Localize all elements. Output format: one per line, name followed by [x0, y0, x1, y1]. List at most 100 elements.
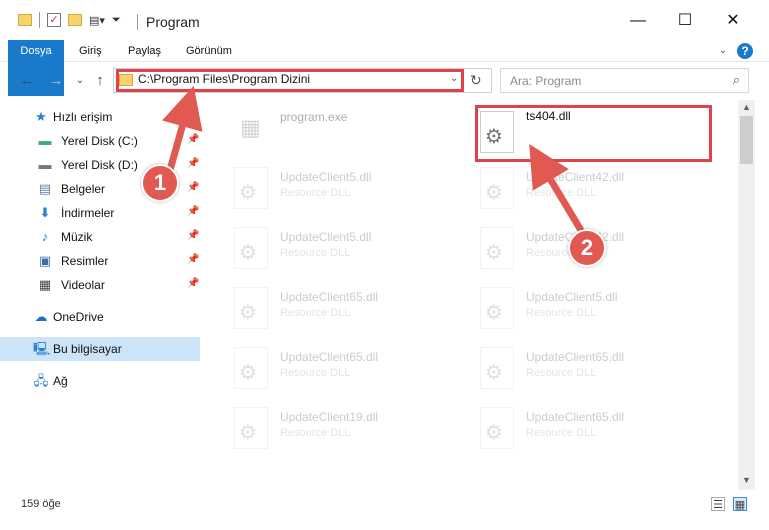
item-count: 159 öğe [21, 498, 61, 510]
sidebar-item-label: Yerel Disk (C:) [61, 134, 138, 148]
address-text[interactable]: C:\Program Files\Program Dizini [138, 72, 310, 86]
pin-icon[interactable]: 📌 [187, 158, 199, 169]
customize-toolbar-icon[interactable]: ⏷ [112, 14, 121, 27]
file-name: UpdateClient65.dll [526, 350, 625, 364]
file-name: UpdateClient5.dll [526, 290, 618, 304]
dll-icon: ⚙ [234, 227, 268, 269]
document-icon: ▤ [38, 181, 52, 196]
dll-icon: ⚙ [480, 167, 514, 209]
dll-icon: ⚙ [234, 167, 268, 209]
sidebar-item-label: Ağ [53, 374, 68, 388]
divider [39, 12, 40, 28]
help-icon[interactable]: ? [737, 43, 753, 59]
sidebar-item-music[interactable]: ♪ Müzik 📌 [0, 225, 200, 249]
application-icon: ▦ [234, 107, 268, 149]
dll-icon: ⚙ [480, 407, 514, 449]
back-icon[interactable]: ← [17, 71, 37, 91]
address-bar[interactable]: C:\Program Files\Program Dizini ⌄ ↻ [113, 68, 492, 93]
quick-access-toolbar: ✓ ▤▾ ⏷ [18, 12, 121, 28]
sidebar-item-label: Hızlı erişim [53, 110, 113, 124]
folder-icon [18, 14, 32, 26]
sidebar-item-videos[interactable]: ▦ Videolar 📌 [0, 273, 200, 297]
maximize-button[interactable]: ☐ [662, 8, 708, 34]
sidebar-item-this-pc[interactable]: 🖳 Bu bilgisayar [0, 337, 200, 361]
scroll-down-icon[interactable]: ▼ [738, 475, 755, 485]
file-item[interactable]: ⚙ UpdateClient65.dll Resource DLL [232, 343, 472, 399]
sidebar-item-label: Bu bilgisayar [53, 342, 122, 356]
star-icon: ★ [35, 109, 47, 124]
sidebar-item-network[interactable]: 🖧 Ağ [0, 369, 200, 393]
chevron-down-icon[interactable]: ⌄ [450, 73, 458, 84]
ribbon-expand-icon[interactable]: ⌄ [715, 43, 731, 59]
sidebar-item-onedrive[interactable]: ☁ OneDrive [0, 305, 200, 329]
sidebar-item-label: Müzik [61, 230, 93, 244]
dll-icon: ⚙ [480, 347, 514, 389]
pin-icon[interactable]: 📌 [187, 206, 199, 217]
tab-home[interactable]: Giriş [79, 40, 102, 62]
file-item[interactable]: ⚙ UpdateClient5.dll Resource DLL [232, 223, 472, 279]
download-icon: ⬇ [39, 205, 51, 220]
details-view-icon[interactable]: ☰ [711, 497, 725, 511]
search-icon[interactable]: ⌕ [733, 72, 740, 88]
navigation-bar: ← → ⌄ ↑ C:\Program Files\Program Dizini … [0, 62, 769, 100]
music-icon: ♪ [41, 229, 49, 244]
sidebar-item-label: Belgeler [61, 182, 106, 196]
file-name: UpdateClient65.dll [280, 350, 379, 364]
tab-view[interactable]: Görünüm [186, 40, 232, 62]
refresh-icon[interactable]: ↻ [470, 72, 482, 89]
sidebar-item-pictures[interactable]: ▣ Resimler 📌 [0, 249, 200, 273]
scroll-up-icon[interactable]: ▲ [738, 102, 755, 112]
pin-icon[interactable]: 📌 [187, 182, 199, 193]
pin-icon[interactable]: 📌 [187, 278, 199, 289]
up-icon[interactable]: ↑ [90, 71, 110, 91]
file-name: UpdateClient42.dll [526, 170, 625, 184]
file-item[interactable]: ⚙ UpdateClient65.dll Resource DLL [232, 283, 472, 339]
file-name: UpdateClient5.dll [280, 230, 372, 244]
step-1-badge: 1 [141, 164, 179, 202]
drive-icon: ▬ [38, 157, 52, 172]
sidebar-item-local-disk-c[interactable]: ▬ Yerel Disk (C:) 📌 [0, 129, 200, 153]
large-icons-view-icon[interactable]: ▦ [733, 497, 747, 511]
tab-share[interactable]: Paylaş [128, 40, 161, 62]
sidebar-item-label: Yerel Disk (D:) [61, 158, 138, 172]
properties-icon[interactable]: ✓ [47, 13, 61, 27]
file-name: UpdateClient5.dll [280, 170, 372, 184]
forward-icon[interactable]: → [46, 71, 66, 91]
dll-icon: ⚙ [480, 287, 514, 329]
sidebar-item-quick-access[interactable]: ★ Hızlı erişim [0, 105, 200, 129]
scrollbar-thumb[interactable] [740, 116, 753, 164]
sidebar-item-label: OneDrive [53, 310, 104, 324]
file-item[interactable]: ⚙ UpdateClient5.dll Resource DLL [232, 163, 472, 219]
network-icon: 🖧 [33, 373, 49, 388]
status-bar: 159 öğe ☰ ▦ [0, 492, 769, 518]
search-input[interactable]: Ara: Program ⌕ [500, 68, 749, 93]
divider [137, 14, 138, 30]
dll-icon: ⚙ [480, 227, 514, 269]
dll-icon: ⚙ [234, 287, 268, 329]
file-item[interactable]: ⚙ UpdateClient5.dll Resource DLL [478, 283, 718, 339]
cloud-icon: ☁ [34, 309, 48, 324]
pin-icon[interactable]: 📌 [187, 134, 199, 145]
file-item[interactable]: ⚙ UpdateClient65.dll Resource DLL [478, 403, 718, 459]
file-item[interactable]: ⚙ UpdateClient65.dll Resource DLL [478, 343, 718, 399]
pin-icon[interactable]: 📌 [187, 254, 199, 265]
view-options-icon[interactable]: ▤▾ [89, 14, 105, 27]
file-type: Resource DLL [280, 187, 351, 199]
file-name: UpdateClient65.dll [280, 290, 379, 304]
file-highlight-box [475, 105, 712, 162]
pin-icon[interactable]: 📌 [187, 230, 199, 241]
file-item[interactable]: ⚙ UpdateClient42.dll Resource DLL [478, 163, 718, 219]
sidebar-item-downloads[interactable]: ⬇ İndirmeler 📌 [0, 201, 200, 225]
recent-locations-icon[interactable]: ⌄ [70, 71, 90, 91]
new-folder-icon[interactable] [68, 14, 82, 26]
file-name: program.exe [280, 110, 348, 124]
navigation-pane: ★ Hızlı erişim ▬ Yerel Disk (C:) 📌 ▬ Yer… [0, 100, 206, 490]
vertical-scrollbar[interactable]: ▲ ▼ [738, 100, 755, 490]
file-item-program-exe[interactable]: ▦ program.exe [232, 103, 472, 159]
computer-icon: 🖳 [33, 341, 51, 356]
minimize-button[interactable]: — [615, 8, 661, 34]
file-name: UpdateClient65.dll [526, 410, 625, 424]
folder-icon [119, 74, 133, 86]
close-button[interactable]: ✕ [710, 8, 756, 34]
file-item[interactable]: ⚙ UpdateClient19.dll Resource DLL [232, 403, 472, 459]
